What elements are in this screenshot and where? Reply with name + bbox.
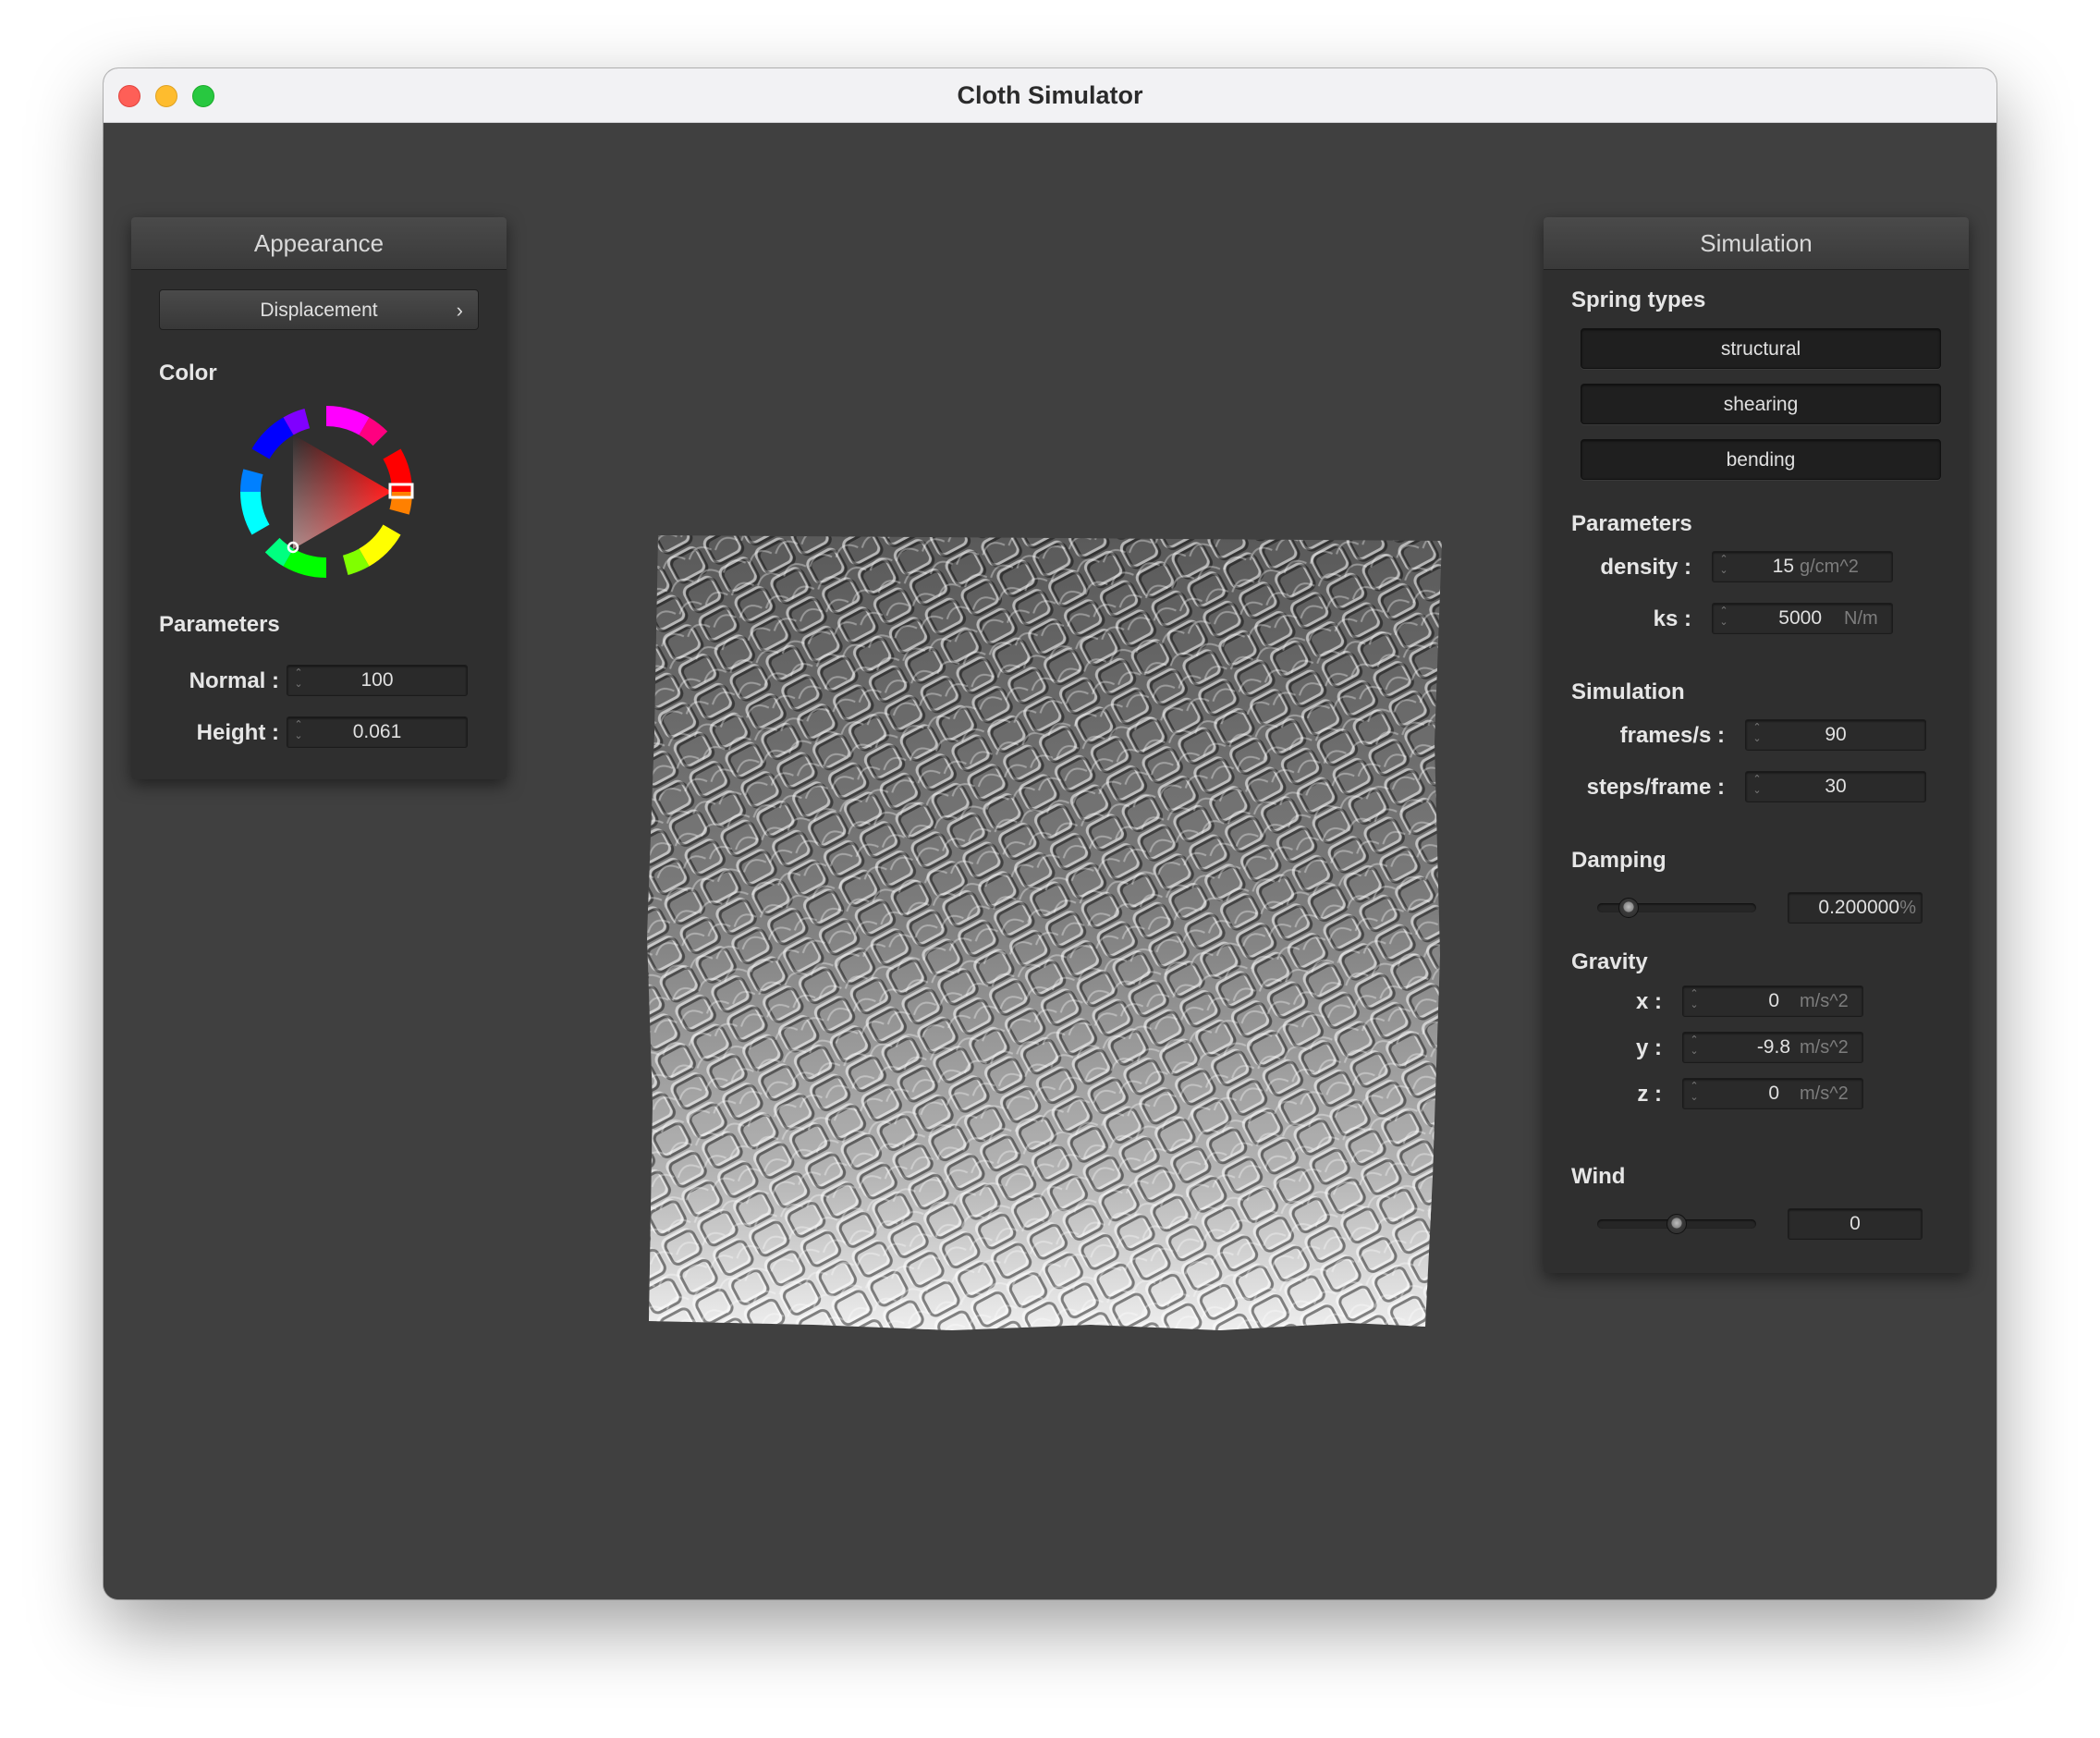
gravity-z-label: z : (1637, 1082, 1662, 1107)
frames-per-second-label: frames/s : (1619, 723, 1725, 748)
damping-label: Damping (1571, 848, 1667, 873)
gravity-x-input[interactable]: ⌃ ⌄ 0 m/s^2 (1682, 985, 1863, 1017)
ks-label: ks : (1653, 606, 1691, 631)
simulation-section-label: Simulation (1571, 679, 1685, 704)
cloth-mesh[interactable] (647, 530, 1447, 1334)
gravity-z-unit: m/s^2 (1800, 1083, 1849, 1104)
wind-label: Wind (1571, 1164, 1626, 1189)
normal-label: Normal : (189, 668, 279, 693)
appearance-parameters-label: Parameters (159, 612, 280, 637)
gravity-y-input[interactable]: ⌃ ⌄ -9.8 m/s^2 (1682, 1032, 1863, 1063)
chevron-right-icon: › (456, 299, 463, 322)
stepper-icon[interactable]: ⌃ ⌄ (1716, 606, 1731, 631)
app-window: Cloth Simulator Appearance Displacement … (104, 68, 1996, 1599)
stepper-icon[interactable]: ⌃ ⌄ (1687, 1081, 1702, 1107)
simulation-header[interactable]: Simulation (1544, 217, 1969, 270)
window-title: Cloth Simulator (957, 81, 1143, 109)
damping-slider-knob[interactable] (1618, 898, 1639, 918)
wind-value: 0 (1850, 1213, 1861, 1234)
gravity-y-label: y : (1635, 1035, 1662, 1060)
damping-unit: % (1899, 898, 1916, 918)
stepper-icon[interactable]: ⌃ ⌄ (1687, 1034, 1702, 1060)
render-viewport[interactable]: Appearance Displacement › Color Paramete… (104, 123, 1996, 1599)
wind-slider-knob[interactable] (1667, 1214, 1687, 1234)
damping-input[interactable]: 0.200000 % (1788, 892, 1923, 924)
stepper-icon[interactable]: ⌃ ⌄ (1687, 988, 1702, 1014)
bending-toggle-button[interactable]: bending (1581, 439, 1941, 480)
normal-input[interactable]: ⌃ ⌄ 100 (287, 665, 468, 696)
gravity-z-value: 0 (1768, 1083, 1779, 1104)
gravity-x-value: 0 (1768, 990, 1779, 1011)
spring-types-label: Spring types (1571, 288, 1706, 312)
density-value: 15 (1772, 556, 1794, 577)
appearance-panel: Appearance Displacement › Color Paramete… (131, 217, 507, 779)
density-input[interactable]: ⌃ ⌄ 15 g/cm^2 (1712, 551, 1893, 582)
structural-toggle-button[interactable]: structural (1581, 328, 1941, 369)
ks-value: 5000 (1778, 607, 1822, 629)
shearing-toggle-button[interactable]: shearing (1581, 384, 1941, 424)
gravity-z-input[interactable]: ⌃ ⌄ 0 m/s^2 (1682, 1078, 1863, 1109)
height-label: Height : (196, 720, 279, 745)
gravity-y-value: -9.8 (1756, 1036, 1790, 1058)
color-label: Color (159, 361, 217, 386)
height-input[interactable]: ⌃ ⌄ 0.061 (287, 716, 468, 748)
gravity-x-label: x : (1635, 989, 1662, 1014)
height-value: 0.061 (352, 721, 402, 742)
frames-per-second-input[interactable]: ⌃ ⌄ 90 (1745, 719, 1926, 751)
sim-parameters-label: Parameters (1571, 511, 1692, 536)
shader-select-label: Displacement (260, 300, 378, 321)
density-unit: g/cm^2 (1800, 557, 1859, 577)
damping-value: 0.200000 (1818, 897, 1899, 918)
wind-input[interactable]: 0 (1788, 1208, 1923, 1240)
appearance-header[interactable]: Appearance (131, 217, 507, 270)
density-label: density : (1600, 555, 1691, 580)
stepper-icon[interactable]: ⌃ ⌄ (1716, 554, 1731, 580)
gravity-y-unit: m/s^2 (1800, 1037, 1849, 1058)
shader-select-button[interactable]: Displacement › (159, 289, 479, 330)
color-wheel[interactable] (238, 404, 414, 580)
title-bar: Cloth Simulator (104, 68, 1996, 123)
steps-per-frame-label: steps/frame : (1586, 775, 1725, 800)
normal-value: 100 (360, 669, 394, 691)
ks-unit: N/m (1844, 608, 1878, 629)
frames-per-second-value: 90 (1825, 724, 1847, 745)
gravity-label: Gravity (1571, 949, 1648, 974)
gravity-x-unit: m/s^2 (1800, 991, 1849, 1011)
simulation-panel: Simulation Spring types structural shear… (1544, 217, 1969, 1273)
ks-input[interactable]: ⌃ ⌄ 5000 N/m (1712, 603, 1893, 634)
steps-per-frame-input[interactable]: ⌃ ⌄ 30 (1745, 771, 1926, 802)
steps-per-frame-value: 30 (1825, 776, 1847, 797)
